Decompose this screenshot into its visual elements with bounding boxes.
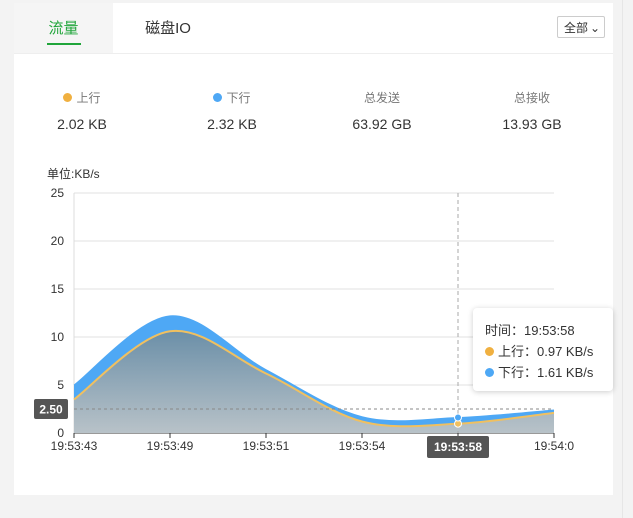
crosshair-x-label: 19:53:58 [434,440,482,454]
y-tick-label: 25 [51,186,65,200]
traffic-chart[interactable]: 0 5 10 15 20 25 19:53:43 19:53:49 19:53:51 19:53:… [14,3,613,473]
x-tick-label: 19:53:54 [339,439,386,453]
x-tick-label: 19:54:0 [534,439,574,453]
y-tick-label: 20 [51,234,65,248]
y-tick-label: 0 [57,426,64,440]
y-tick-label: 10 [51,330,65,344]
x-tick-label: 19:53:43 [51,439,98,453]
x-tick-label: 19:53:51 [243,439,290,453]
scrollbar-track[interactable] [622,0,633,518]
tooltip-download: 下行：1.61 KB/s [498,365,594,380]
y-tick-label: 5 [57,378,64,392]
download-point [454,413,462,422]
x-tick-label: 19:53:49 [147,439,194,453]
monitor-panel: 流量 磁盘IO 全部 ⌄ 上行 2.02 KB 下行 2.32 KB 总发送 6… [14,3,613,495]
tooltip-time: 时间：19:53:58 [485,323,575,338]
crosshair-y-label: 2.50 [39,403,63,417]
chart-tooltip: 时间：19:53:58 上行：0.97 KB/s 下行：1.61 KB/s [473,308,613,391]
y-tick-label: 15 [51,282,65,296]
tooltip-upload-dot-icon [485,347,494,356]
tooltip-upload: 上行：0.97 KB/s [498,344,594,359]
tooltip-download-dot-icon [485,368,494,377]
